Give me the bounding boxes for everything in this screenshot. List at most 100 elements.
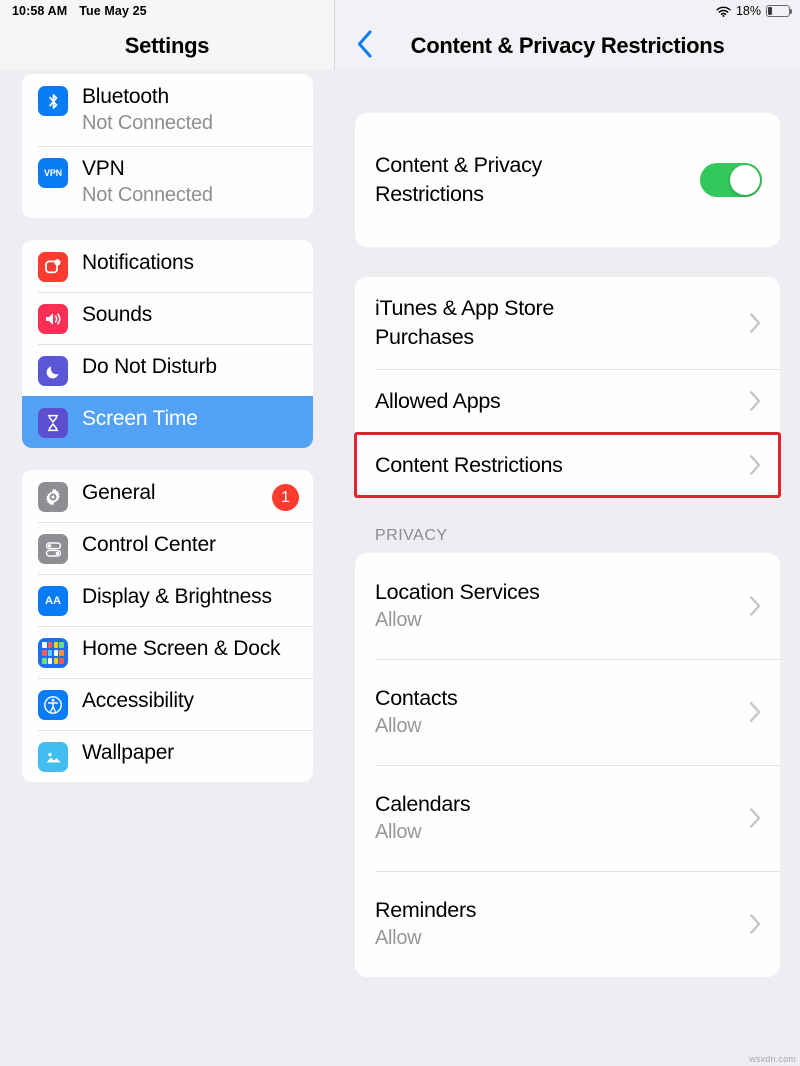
settings-sidebar: Bluetooth Not Connected VPN VPN Not Conn… [0,0,335,1066]
battery-percent: 18% [735,4,761,18]
row-label: Calendars [375,792,471,816]
chevron-right-icon [749,913,762,935]
sidebar-item-label: Control Center [82,533,216,556]
ipad-settings-screen: Bluetooth Not Connected VPN VPN Not Conn… [0,0,800,1066]
watermark: wsxdn.com [749,1054,796,1064]
sidebar-item-text: Wallpaper [82,740,299,766]
sidebar-item-notifications[interactable]: Notifications [22,240,313,292]
contacts-row[interactable]: Contacts Allow [355,659,780,765]
detail-title: Content & Privacy Restrictions [410,33,725,58]
row-text: iTunes & App Store Purchases [375,294,739,352]
sounds-icon [38,304,68,334]
sidebar-item-label: Sounds [82,303,153,326]
sidebar-item-label: Home Screen & Dock [82,637,281,660]
row-value: Allow [375,927,422,949]
content-privacy-toggle[interactable] [700,163,762,197]
row-text: Contacts Allow [375,684,739,740]
wallpaper-icon [38,742,68,772]
bluetooth-icon [38,86,68,116]
sidebar-group-system: General 1 Control Center AA Display & Br… [22,470,313,782]
sidebar-item-label: Bluetooth [82,85,169,108]
sidebar-item-general[interactable]: General 1 [22,470,313,522]
wifi-icon [716,6,731,17]
detail-pane: Content & Privacy Restrictions iTunes & … [335,0,800,1066]
sidebar-item-label: VPN [82,157,125,180]
accessibility-icon [38,690,68,720]
row-label: Reminders [375,898,477,922]
status-date: Tue May 25 [79,4,147,18]
row-label: iTunes & App Store Purchases [375,296,555,349]
status-indicators: 18% [716,4,793,18]
chevron-right-icon [749,595,762,617]
sidebar-item-label: Screen Time [82,407,198,430]
restrictions-card: iTunes & App Store Purchases Allowed App… [355,277,780,497]
moon-icon [38,356,68,386]
sidebar-item-bluetooth[interactable]: Bluetooth Not Connected [22,74,313,146]
chevron-left-icon [357,30,372,58]
notifications-icon [38,252,68,282]
reminders-row[interactable]: Reminders Allow [355,871,780,977]
chevron-right-icon [749,312,762,334]
sidebar-item-do-not-disturb[interactable]: Do Not Disturb [22,344,313,396]
status-bar: 10:58 AM Tue May 25 18% [0,0,800,22]
row-label: Allowed Apps [375,388,501,413]
sidebar-item-text: Do Not Disturb [82,354,299,380]
vpn-icon: VPN [38,158,68,188]
sidebar-scroll-area[interactable]: Bluetooth Not Connected VPN VPN Not Conn… [0,0,335,1066]
sidebar-item-text: Sounds [82,302,299,328]
sidebar-item-text: Notifications [82,250,299,276]
sidebar-item-text: Bluetooth Not Connected [82,84,299,136]
sidebar-item-text: Display & Brightness [82,584,299,610]
itunes-app-store-purchases-row[interactable]: iTunes & App Store Purchases [355,277,780,369]
row-text: Content Restrictions [375,451,739,480]
chevron-right-icon [749,701,762,723]
gear-icon [38,482,68,512]
sidebar-item-label: Wallpaper [82,741,174,764]
sidebar-item-label: Display & Brightness [82,585,272,608]
display-icon: AA [38,586,68,616]
sidebar-item-vpn[interactable]: VPN VPN Not Connected [22,146,313,218]
detail-scroll-area[interactable]: Content & Privacy Restrictions iTunes & … [335,70,800,1066]
content-privacy-restrictions-row[interactable]: Content & Privacy Restrictions [355,113,780,247]
sidebar-item-label: Notifications [82,251,194,274]
battery-icon [766,5,793,17]
sidebar-item-sublabel: Not Connected [82,184,213,206]
sidebar-item-text: Screen Time [82,406,299,432]
sidebar-item-screen-time[interactable]: Screen Time [22,396,313,448]
privacy-section-header: PRIVACY [375,527,448,544]
sidebar-item-text: Home Screen & Dock [82,636,299,662]
sidebar-group-connectivity: Bluetooth Not Connected VPN VPN Not Conn… [22,74,313,218]
chevron-right-icon [749,454,762,476]
content-restrictions-row[interactable]: Content Restrictions [355,433,780,497]
chevron-right-icon [749,807,762,829]
sidebar-item-display-brightness[interactable]: AA Display & Brightness [22,574,313,626]
back-button[interactable] [343,29,387,59]
hourglass-icon [38,408,68,438]
row-label: Contacts [375,686,458,710]
allowed-apps-row[interactable]: Allowed Apps [355,369,780,433]
row-value: Allow [375,715,422,737]
row-text: Location Services Allow [375,578,739,634]
sidebar-group-alerts: Notifications Sounds Do Not Disturb Scre… [22,240,313,448]
location-services-row[interactable]: Location Services Allow [355,553,780,659]
sidebar-item-wallpaper[interactable]: Wallpaper [22,730,313,782]
sidebar-item-home-screen-dock[interactable]: Home Screen & Dock [22,626,313,678]
content-privacy-toggle-card: Content & Privacy Restrictions [355,113,780,247]
status-badge: 1 [272,484,299,511]
sidebar-item-text: Accessibility [82,688,299,714]
row-label: Content & Privacy Restrictions [375,153,542,206]
calendars-row[interactable]: Calendars Allow [355,765,780,871]
row-label: Content Restrictions [375,452,563,477]
sidebar-item-sounds[interactable]: Sounds [22,292,313,344]
sidebar-item-accessibility[interactable]: Accessibility [22,678,313,730]
row-value: Allow [375,609,422,631]
row-text: Allowed Apps [375,387,739,416]
row-text: Content & Privacy Restrictions [375,151,700,209]
sidebar-item-control-center[interactable]: Control Center [22,522,313,574]
row-label: Location Services [375,580,540,604]
sidebar-item-text: General [82,480,272,506]
sidebar-item-text: Control Center [82,532,299,558]
chevron-right-icon [749,390,762,412]
battery-fill [768,7,772,15]
toggle-knob [730,165,760,195]
